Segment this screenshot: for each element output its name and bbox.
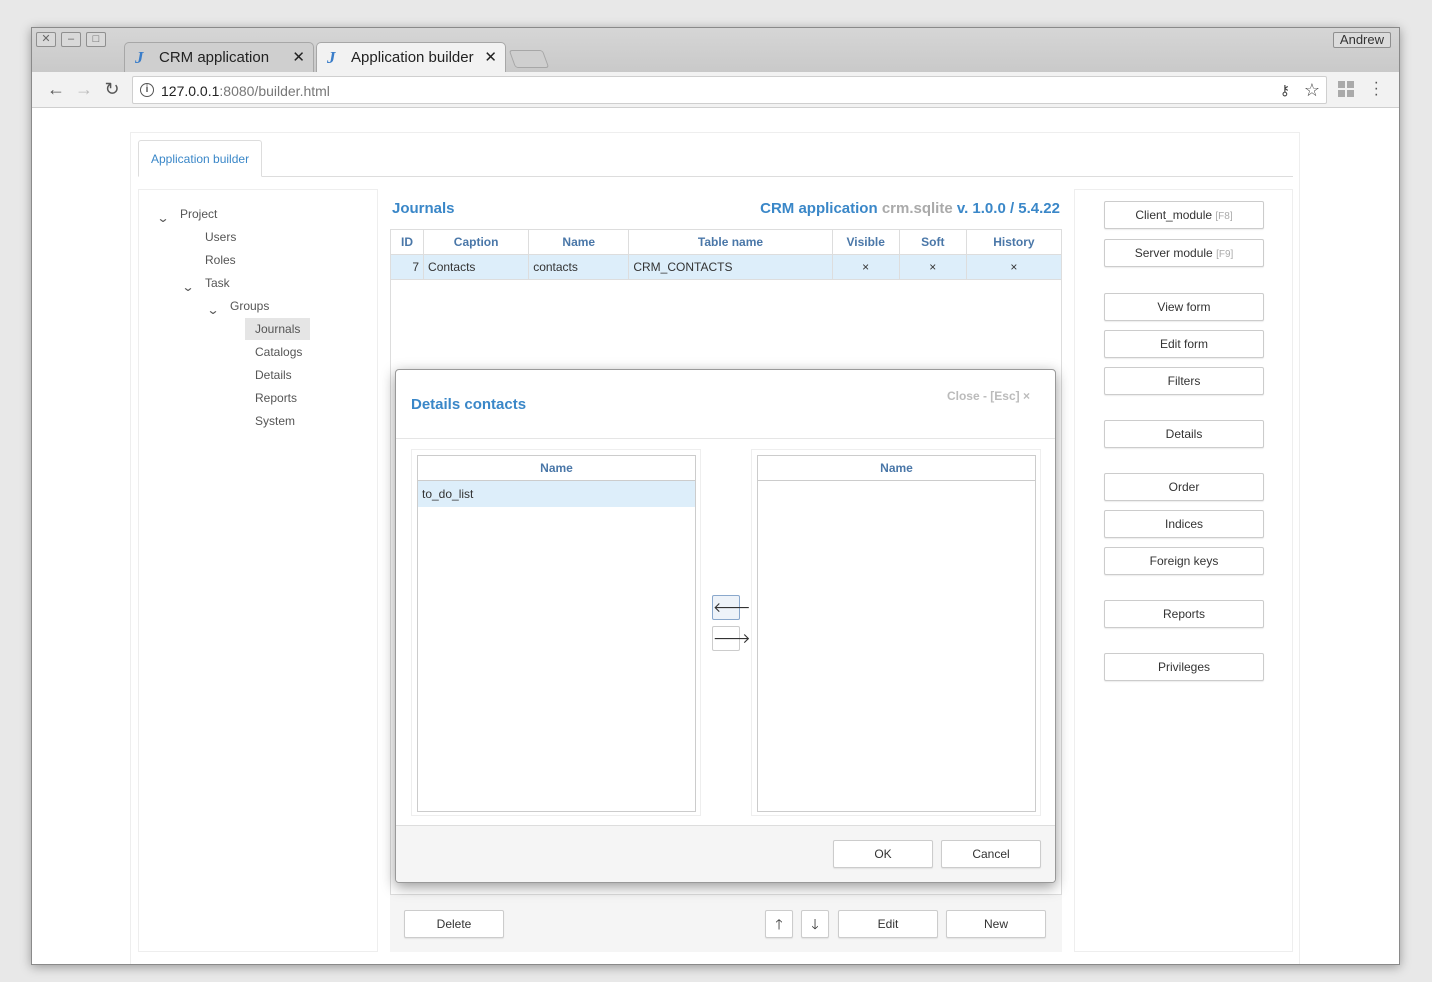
cell-visible: × [831,254,900,280]
edit-form-button[interactable]: Edit form [1104,330,1264,358]
edit-button[interactable]: Edit [838,910,938,938]
app-version: v. 1.0.0 / 5.4.22 [956,200,1060,217]
reports-button[interactable]: Reports [1104,600,1264,628]
cell-caption: Contacts [423,254,530,280]
browser-window: ✕ – □ J CRM application ✕ J Application … [31,27,1400,965]
client-module-button[interactable]: Client_module [F8] [1104,201,1264,229]
available-list-grid: Name to_do_list [417,455,696,812]
actions-panel: Client_module [F8] Server module [F9] Vi… [1074,189,1293,952]
tree-item-system[interactable]: System [255,410,295,432]
tab-close-icon[interactable]: ✕ [484,48,497,66]
project-tree: ⌄ Project Users Roles ⌄ Task ⌄ Groups Jo… [138,189,378,952]
browser-tab-crm[interactable]: J CRM application ✕ [124,42,314,72]
maximize-window-icon[interactable]: □ [86,32,106,47]
column-header[interactable]: Soft [898,229,967,255]
move-down-icon[interactable]: 🡓 [801,910,829,938]
app-header: CRM application crm.sqlite v. 1.0.0 / 5.… [760,200,1060,217]
cell-name: contacts [528,254,630,280]
column-header[interactable]: Name [758,456,1035,481]
filters-button[interactable]: Filters [1104,367,1264,395]
column-header[interactable]: Visible [831,229,900,255]
tree-item-users[interactable]: Users [205,226,236,248]
indices-button[interactable]: Indices [1104,510,1264,538]
chevron-down-icon[interactable]: ⌄ [181,280,194,294]
available-details-list: Name to_do_list [411,449,701,816]
ok-button[interactable]: OK [833,840,933,868]
cancel-button[interactable]: Cancel [941,840,1041,868]
tab-close-icon[interactable]: ✕ [292,48,305,66]
privileges-button[interactable]: Privileges [1104,653,1264,681]
cell-table-name: CRM_CONTACTS [628,254,833,280]
url-text: 127.0.0.1:8080/builder.html [161,83,330,99]
db-name: crm.sqlite [881,200,953,217]
cell-history: × [965,254,1063,280]
chevron-down-icon[interactable]: ⌄ [156,211,169,225]
address-bar[interactable]: i 127.0.0.1:8080/builder.html ⚷ ☆ [132,76,1327,104]
dialog-title: Details contacts [411,396,527,413]
column-header[interactable]: Name [528,229,630,255]
details-button[interactable]: Details [1104,420,1264,448]
table-row[interactable]: 7 Contacts contacts CRM_CONTACTS × × × [389,254,1063,280]
tab-label: Application builder [351,49,474,66]
delete-button[interactable]: Delete [404,910,504,938]
journals-table: ID Caption Name Table name Visible Soft … [389,229,1063,280]
app-name: CRM application [760,200,878,217]
browser-tab-builder[interactable]: J Application builder ✕ [316,42,506,72]
key-icon[interactable]: ⚷ [1280,82,1290,99]
move-right-arrow-icon[interactable]: 🡒 [712,626,751,651]
tab-application-builder[interactable]: Application builder [138,140,263,177]
app-favicon-icon: J [135,48,144,67]
extension-icon[interactable] [1338,81,1354,97]
cell-id: 7 [389,254,425,280]
column-header[interactable]: Caption [423,229,530,255]
title-bar: ✕ – □ J CRM application ✕ J Application … [32,28,1399,72]
browser-menu-icon[interactable]: · · · [1374,75,1379,103]
selected-list-grid: Name [757,455,1036,812]
tab-divider [138,176,1293,177]
app-favicon-icon: J [327,48,336,67]
bookmark-star-icon[interactable]: ☆ [1304,80,1320,101]
new-tab-button[interactable] [508,50,550,68]
chevron-down-icon[interactable]: ⌄ [206,303,219,317]
profile-button[interactable]: Andrew [1332,32,1391,48]
dialog-header-divider [396,438,1055,439]
new-button[interactable]: New [946,910,1046,938]
minimize-window-icon[interactable]: – [61,32,81,47]
list-item[interactable]: to_do_list [418,481,695,507]
foreign-keys-button[interactable]: Foreign keys [1104,547,1264,575]
cell-soft: × [898,254,967,280]
column-header[interactable]: History [965,229,1063,255]
tree-item-catalogs[interactable]: Catalogs [255,341,302,363]
selected-details-list: Name [751,449,1041,816]
tree-item-details[interactable]: Details [255,364,292,386]
forward-icon[interactable]: → [74,80,94,100]
order-button[interactable]: Order [1104,473,1264,501]
column-header[interactable]: ID [389,229,425,255]
dialog-close-button[interactable]: Close - [Esc] × [947,389,1030,403]
tab-label: CRM application [159,49,270,66]
tree-item-reports[interactable]: Reports [255,387,297,409]
browser-toolbar: ← → ↻ i 127.0.0.1:8080/builder.html ⚷ ☆ … [32,72,1399,108]
server-module-button[interactable]: Server module [F9] [1104,239,1264,267]
page-title: Journals [392,200,455,217]
close-window-icon[interactable]: ✕ [36,32,56,47]
reload-icon[interactable]: ↻ [102,80,122,100]
dialog-footer: OK Cancel [396,825,1055,882]
tree-item-journals[interactable]: Journals [245,318,311,340]
tree-item-project[interactable]: Project [180,203,217,225]
view-form-button[interactable]: View form [1104,293,1264,321]
back-icon[interactable]: ← [46,80,66,100]
column-header[interactable]: Name [418,456,695,481]
move-left-arrow-icon[interactable]: 🡐 [712,595,751,620]
info-icon[interactable]: i [140,83,154,97]
journals-footer: Delete 🡑 🡓 Edit New [390,894,1062,952]
tree-item-roles[interactable]: Roles [205,249,236,271]
move-up-icon[interactable]: 🡑 [765,910,793,938]
column-header[interactable]: Table name [628,229,833,255]
tree-item-groups[interactable]: Groups [230,295,269,317]
page-content: Application builder ⌄ Project Users Role… [32,109,1399,964]
tree-item-task[interactable]: Task [205,272,230,294]
details-dialog: Details contacts Close - [Esc] × Name to… [395,369,1056,883]
